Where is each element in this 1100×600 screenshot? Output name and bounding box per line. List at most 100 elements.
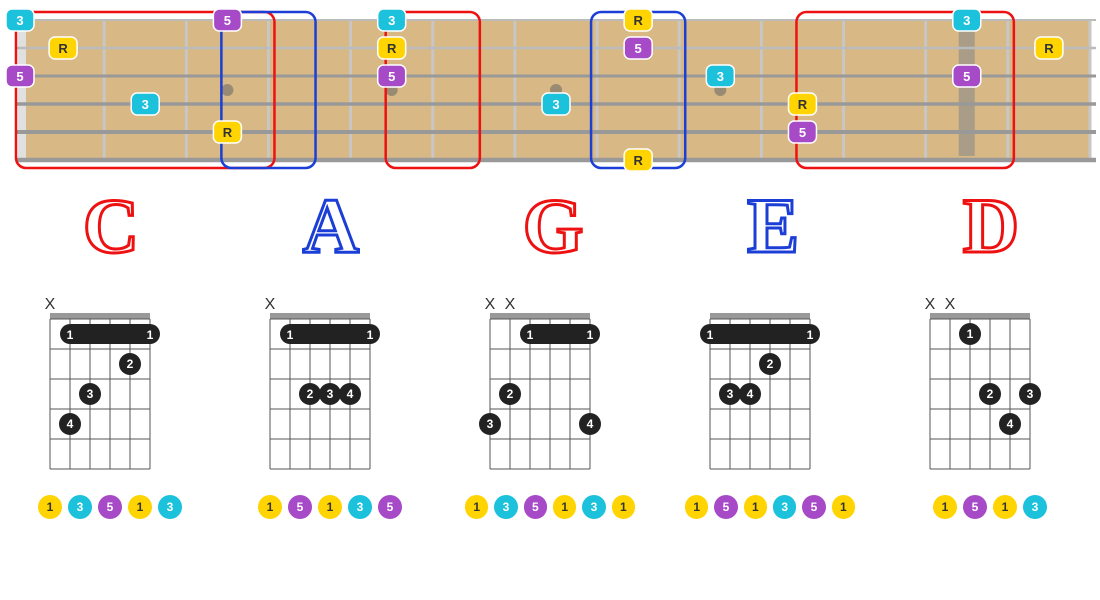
interval-pill: 3 (582, 495, 605, 519)
svg-text:1: 1 (587, 328, 594, 342)
chord-diagram-C: X1123413513 (25, 289, 195, 519)
svg-text:1: 1 (807, 328, 814, 342)
interval-pill: 5 (802, 495, 825, 519)
fretboard-note: 5 (6, 65, 34, 87)
shape-letter-G: G (523, 181, 582, 271)
svg-text:R: R (633, 153, 643, 168)
chord-diagram-G: XX11234135131 (465, 289, 635, 519)
interval-pill: 1 (685, 495, 708, 519)
svg-text:1: 1 (367, 328, 374, 342)
fretboard-note: 3 (378, 9, 406, 31)
svg-text:3: 3 (717, 69, 724, 84)
fretboard-note: 3 (131, 93, 159, 115)
interval-row: 135131 (465, 495, 635, 519)
svg-text:R: R (798, 97, 808, 112)
fretboard-note: 3 (6, 9, 34, 31)
svg-text:5: 5 (963, 69, 970, 84)
svg-text:3: 3 (552, 97, 559, 112)
svg-text:1: 1 (67, 328, 74, 342)
caged-letters: CAGED (0, 181, 1100, 271)
shape-letter-A: A (303, 181, 357, 271)
interval-row: 13513 (25, 495, 195, 519)
svg-text:5: 5 (799, 125, 806, 140)
interval-pill: 1 (553, 495, 576, 519)
interval-pill: 1 (933, 495, 957, 519)
svg-text:X: X (945, 296, 956, 313)
interval-pill: 5 (98, 495, 122, 519)
svg-text:3: 3 (142, 97, 149, 112)
interval-pill: 5 (963, 495, 987, 519)
interval-pill: 1 (258, 495, 282, 519)
fretboard-note: R (378, 37, 406, 59)
svg-text:1: 1 (527, 328, 534, 342)
interval-pill: 5 (378, 495, 402, 519)
svg-text:3: 3 (1027, 387, 1034, 401)
svg-text:2: 2 (987, 387, 994, 401)
interval-pill: 1 (993, 495, 1017, 519)
svg-text:4: 4 (1007, 417, 1014, 431)
interval-pill: 3 (68, 495, 92, 519)
fretboard-note: R (624, 9, 652, 31)
interval-row: 1513 (905, 495, 1075, 519)
svg-text:5: 5 (388, 69, 395, 84)
svg-text:R: R (223, 125, 233, 140)
interval-pill: 1 (612, 495, 635, 519)
shape-letter-D: D (963, 181, 1017, 271)
svg-text:2: 2 (127, 357, 134, 371)
svg-text:1: 1 (967, 327, 974, 341)
interval-pill: 3 (158, 495, 182, 519)
fretboard-note: 5 (213, 9, 241, 31)
svg-text:X: X (925, 296, 936, 313)
fretboard-note: R (1035, 37, 1063, 59)
interval-pill: 1 (128, 495, 152, 519)
shape-letter-C: C (83, 181, 137, 271)
svg-text:R: R (1044, 41, 1054, 56)
svg-text:5: 5 (635, 41, 642, 56)
interval-pill: 3 (494, 495, 517, 519)
svg-text:3: 3 (388, 13, 395, 28)
fretboard-note: 5 (378, 65, 406, 87)
svg-text:1: 1 (287, 328, 294, 342)
interval-pill: 1 (832, 495, 855, 519)
interval-pill: 3 (348, 495, 372, 519)
svg-text:1: 1 (707, 328, 714, 342)
svg-text:4: 4 (67, 417, 74, 431)
svg-text:3: 3 (487, 417, 494, 431)
chord-diagram-D: XX12341513 (905, 289, 1075, 519)
svg-text:4: 4 (587, 417, 594, 431)
fretboard-note: R (49, 37, 77, 59)
fretboard-note: 3 (953, 9, 981, 31)
chord-diagrams-row: X1123413513X1123415135XX1123413513111234… (0, 289, 1100, 519)
svg-text:3: 3 (87, 387, 94, 401)
svg-text:R: R (58, 41, 68, 56)
fretboard-note: 5 (953, 65, 981, 87)
svg-text:3: 3 (727, 387, 734, 401)
interval-pill: 5 (524, 495, 547, 519)
svg-text:X: X (265, 296, 276, 313)
interval-pill: 1 (465, 495, 488, 519)
svg-text:R: R (387, 41, 397, 56)
interval-pill: 5 (288, 495, 312, 519)
interval-pill: 1 (318, 495, 342, 519)
svg-text:X: X (45, 296, 56, 313)
svg-text:X: X (505, 296, 516, 313)
chord-diagram-E: 11234151351 (685, 289, 855, 519)
svg-text:4: 4 (747, 387, 754, 401)
interval-pill: 5 (714, 495, 737, 519)
svg-text:R: R (633, 13, 643, 28)
svg-text:1: 1 (147, 328, 154, 342)
svg-text:2: 2 (507, 387, 514, 401)
shape-letter-E: E (747, 181, 797, 271)
svg-text:X: X (485, 296, 496, 313)
svg-text:3: 3 (327, 387, 334, 401)
fretboard-note: 5 (624, 37, 652, 59)
svg-text:3: 3 (963, 13, 970, 28)
fretboard-note: R (624, 149, 652, 171)
fretboard-note: R (788, 93, 816, 115)
svg-text:2: 2 (307, 387, 314, 401)
svg-text:2: 2 (767, 357, 774, 371)
svg-text:3: 3 (16, 13, 23, 28)
interval-pill: 1 (38, 495, 62, 519)
chord-diagram-A: X1123415135 (245, 289, 415, 519)
fretboard-note: R (213, 121, 241, 143)
